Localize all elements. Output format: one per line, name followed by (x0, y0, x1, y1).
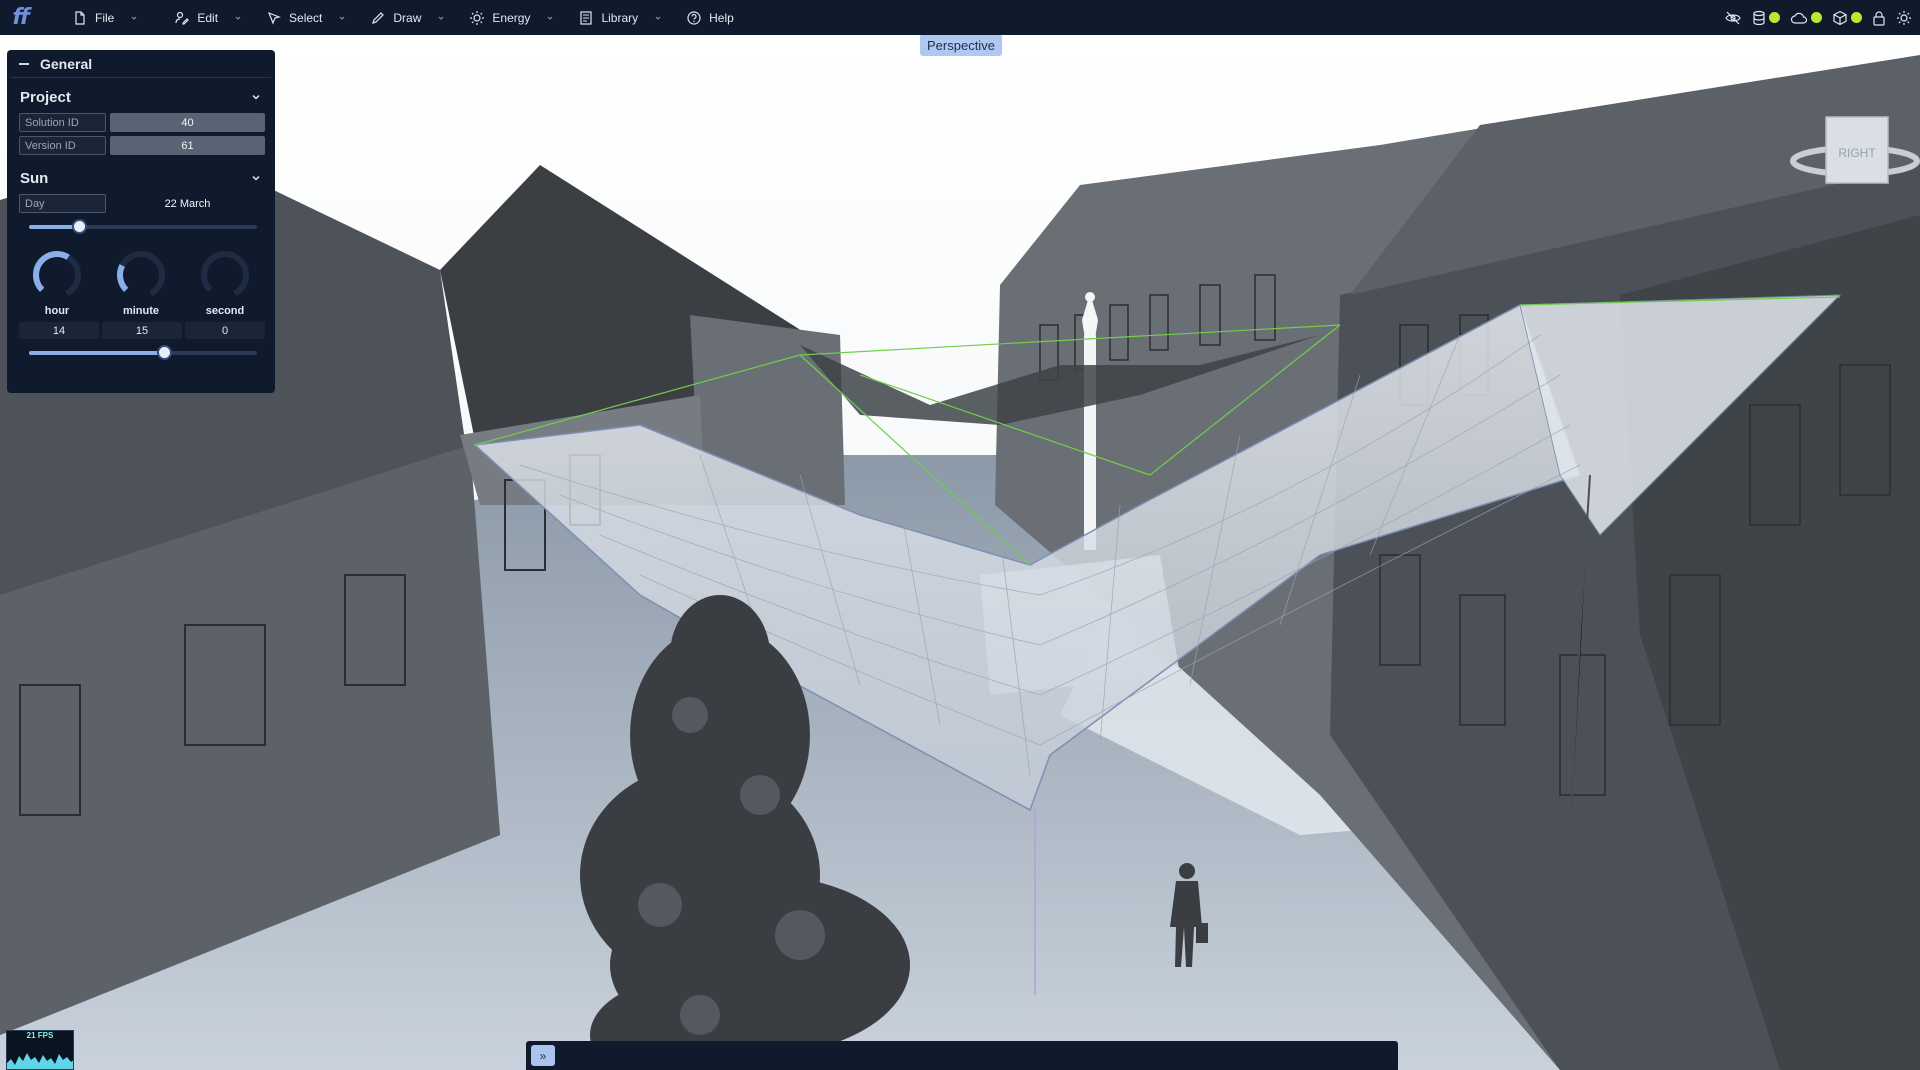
model-status-dot (1851, 12, 1862, 23)
day-slider-thumb[interactable] (72, 219, 88, 234)
hour-dial-ring (33, 251, 82, 299)
top-menu-bar: ff File Edit Select Draw Energy Library … (0, 0, 1920, 35)
chevron-down-icon (439, 16, 444, 20)
chevron-down-icon (655, 16, 661, 20)
minute-dial-label: minute (122, 305, 160, 317)
time-slider-fill (29, 351, 164, 355)
collapse-icon[interactable] (19, 62, 29, 65)
database-icon (1753, 10, 1765, 25)
cube-icon (1833, 10, 1847, 25)
settings-sun-icon (1897, 10, 1911, 25)
time-values: 14 15 0 (19, 322, 265, 339)
fps-graph (7, 1053, 73, 1069)
cloud-status[interactable] (1790, 11, 1822, 25)
version-id-row: Version ID 61 (19, 136, 265, 155)
day-row: Day 22 March (19, 194, 265, 213)
second-dial[interactable]: second (185, 247, 265, 317)
menu-help-label: Help (709, 10, 734, 25)
help-icon (687, 10, 701, 25)
minute-dial[interactable]: minute (101, 247, 181, 317)
time-slider[interactable] (29, 345, 257, 360)
app-root: ff File Edit Select Draw Energy Library … (0, 0, 1920, 1070)
second-dial-label: second (205, 305, 245, 317)
day-slider[interactable] (29, 219, 257, 234)
hour-dial[interactable]: hour (17, 247, 97, 317)
double-chevron-right-icon[interactable]: » (531, 1045, 555, 1066)
panel-header[interactable]: General (11, 50, 271, 78)
time-dials: hour minute second (15, 247, 267, 317)
file-icon (75, 10, 85, 25)
solution-id-row: Solution ID 40 (19, 113, 265, 132)
database-status[interactable] (1752, 10, 1780, 26)
main-menu: File Edit Select Draw Energy Library Hel… (60, 0, 746, 35)
bottom-timeline-bar: » (526, 1041, 1398, 1070)
hour-dial-label: hour (44, 305, 70, 317)
view-navigation-cube[interactable]: RIGHT (1790, 115, 1920, 195)
general-panel: General Project Solution ID 40 Version I… (7, 50, 275, 393)
fps-label: 21 FPS (26, 1031, 54, 1040)
lock-icon (1873, 10, 1885, 26)
menu-file[interactable]: File (60, 0, 150, 35)
version-id-label: Version ID (19, 136, 106, 155)
navcube-icon: RIGHT (1790, 116, 1920, 184)
menu-help[interactable]: Help (674, 0, 746, 35)
menu-edit[interactable]: Edit (162, 0, 254, 35)
chevron-down-icon (548, 16, 553, 20)
cloud-icon (1790, 12, 1808, 24)
menu-library-label: Library (601, 10, 639, 25)
menu-draw[interactable]: Draw (358, 0, 457, 35)
chevron-down-icon (252, 175, 260, 181)
menu-select-label: Select (289, 10, 323, 25)
view-mode-badge[interactable]: Perspective (920, 34, 1002, 56)
solution-id-label: Solution ID (19, 113, 106, 132)
database-status-dot (1769, 12, 1780, 23)
right-toolbar (1724, 0, 1912, 35)
menu-file-label: File (95, 10, 115, 25)
time-slider-thumb[interactable] (156, 345, 172, 360)
menu-draw-label: Draw (393, 10, 422, 25)
sun-icon (470, 10, 485, 25)
hour-value[interactable]: 14 (19, 322, 99, 339)
menu-edit-label: Edit (197, 10, 219, 25)
menu-library[interactable]: Library (566, 0, 674, 35)
eye-off-icon (1725, 11, 1741, 24)
app-logo[interactable]: ff (0, 0, 40, 35)
model-status[interactable] (1832, 10, 1862, 26)
book-icon (580, 10, 593, 25)
cloud-status-dot (1811, 12, 1822, 23)
project-section-title: Project (20, 88, 71, 106)
day-value[interactable]: 22 March (110, 194, 265, 213)
second-value[interactable]: 0 (185, 322, 265, 339)
3d-viewport[interactable]: RIGHT (0, 35, 1920, 1070)
second-dial-ring (200, 251, 249, 299)
sun-section-header[interactable]: Sun (7, 166, 275, 190)
menu-select[interactable]: Select (254, 0, 358, 35)
chevron-down-icon (235, 16, 241, 20)
solution-id-value[interactable]: 40 (110, 113, 265, 132)
sun-section-title: Sun (20, 169, 49, 187)
scene-render (0, 35, 1920, 1070)
chevron-down-icon (131, 16, 137, 20)
settings-button[interactable] (1896, 10, 1912, 26)
chevron-down-icon (252, 94, 260, 100)
menu-energy[interactable]: Energy (457, 0, 566, 35)
chevron-down-icon (340, 16, 345, 20)
version-id-value[interactable]: 61 (110, 136, 265, 155)
pen-icon (372, 11, 385, 24)
cursor-icon (267, 11, 281, 25)
navcube-face-label: RIGHT (1838, 146, 1876, 160)
fps-meter: 21 FPS (6, 1030, 74, 1070)
minute-dial-ring (117, 251, 165, 299)
visibility-toggle[interactable] (1724, 10, 1742, 26)
menu-energy-label: Energy (492, 10, 531, 25)
panel-title: General (40, 55, 93, 72)
edit-icon (175, 11, 190, 25)
minute-value[interactable]: 15 (102, 322, 182, 339)
lock-button[interactable] (1872, 10, 1886, 26)
project-section-header[interactable]: Project (7, 85, 275, 109)
day-label: Day (19, 194, 106, 213)
